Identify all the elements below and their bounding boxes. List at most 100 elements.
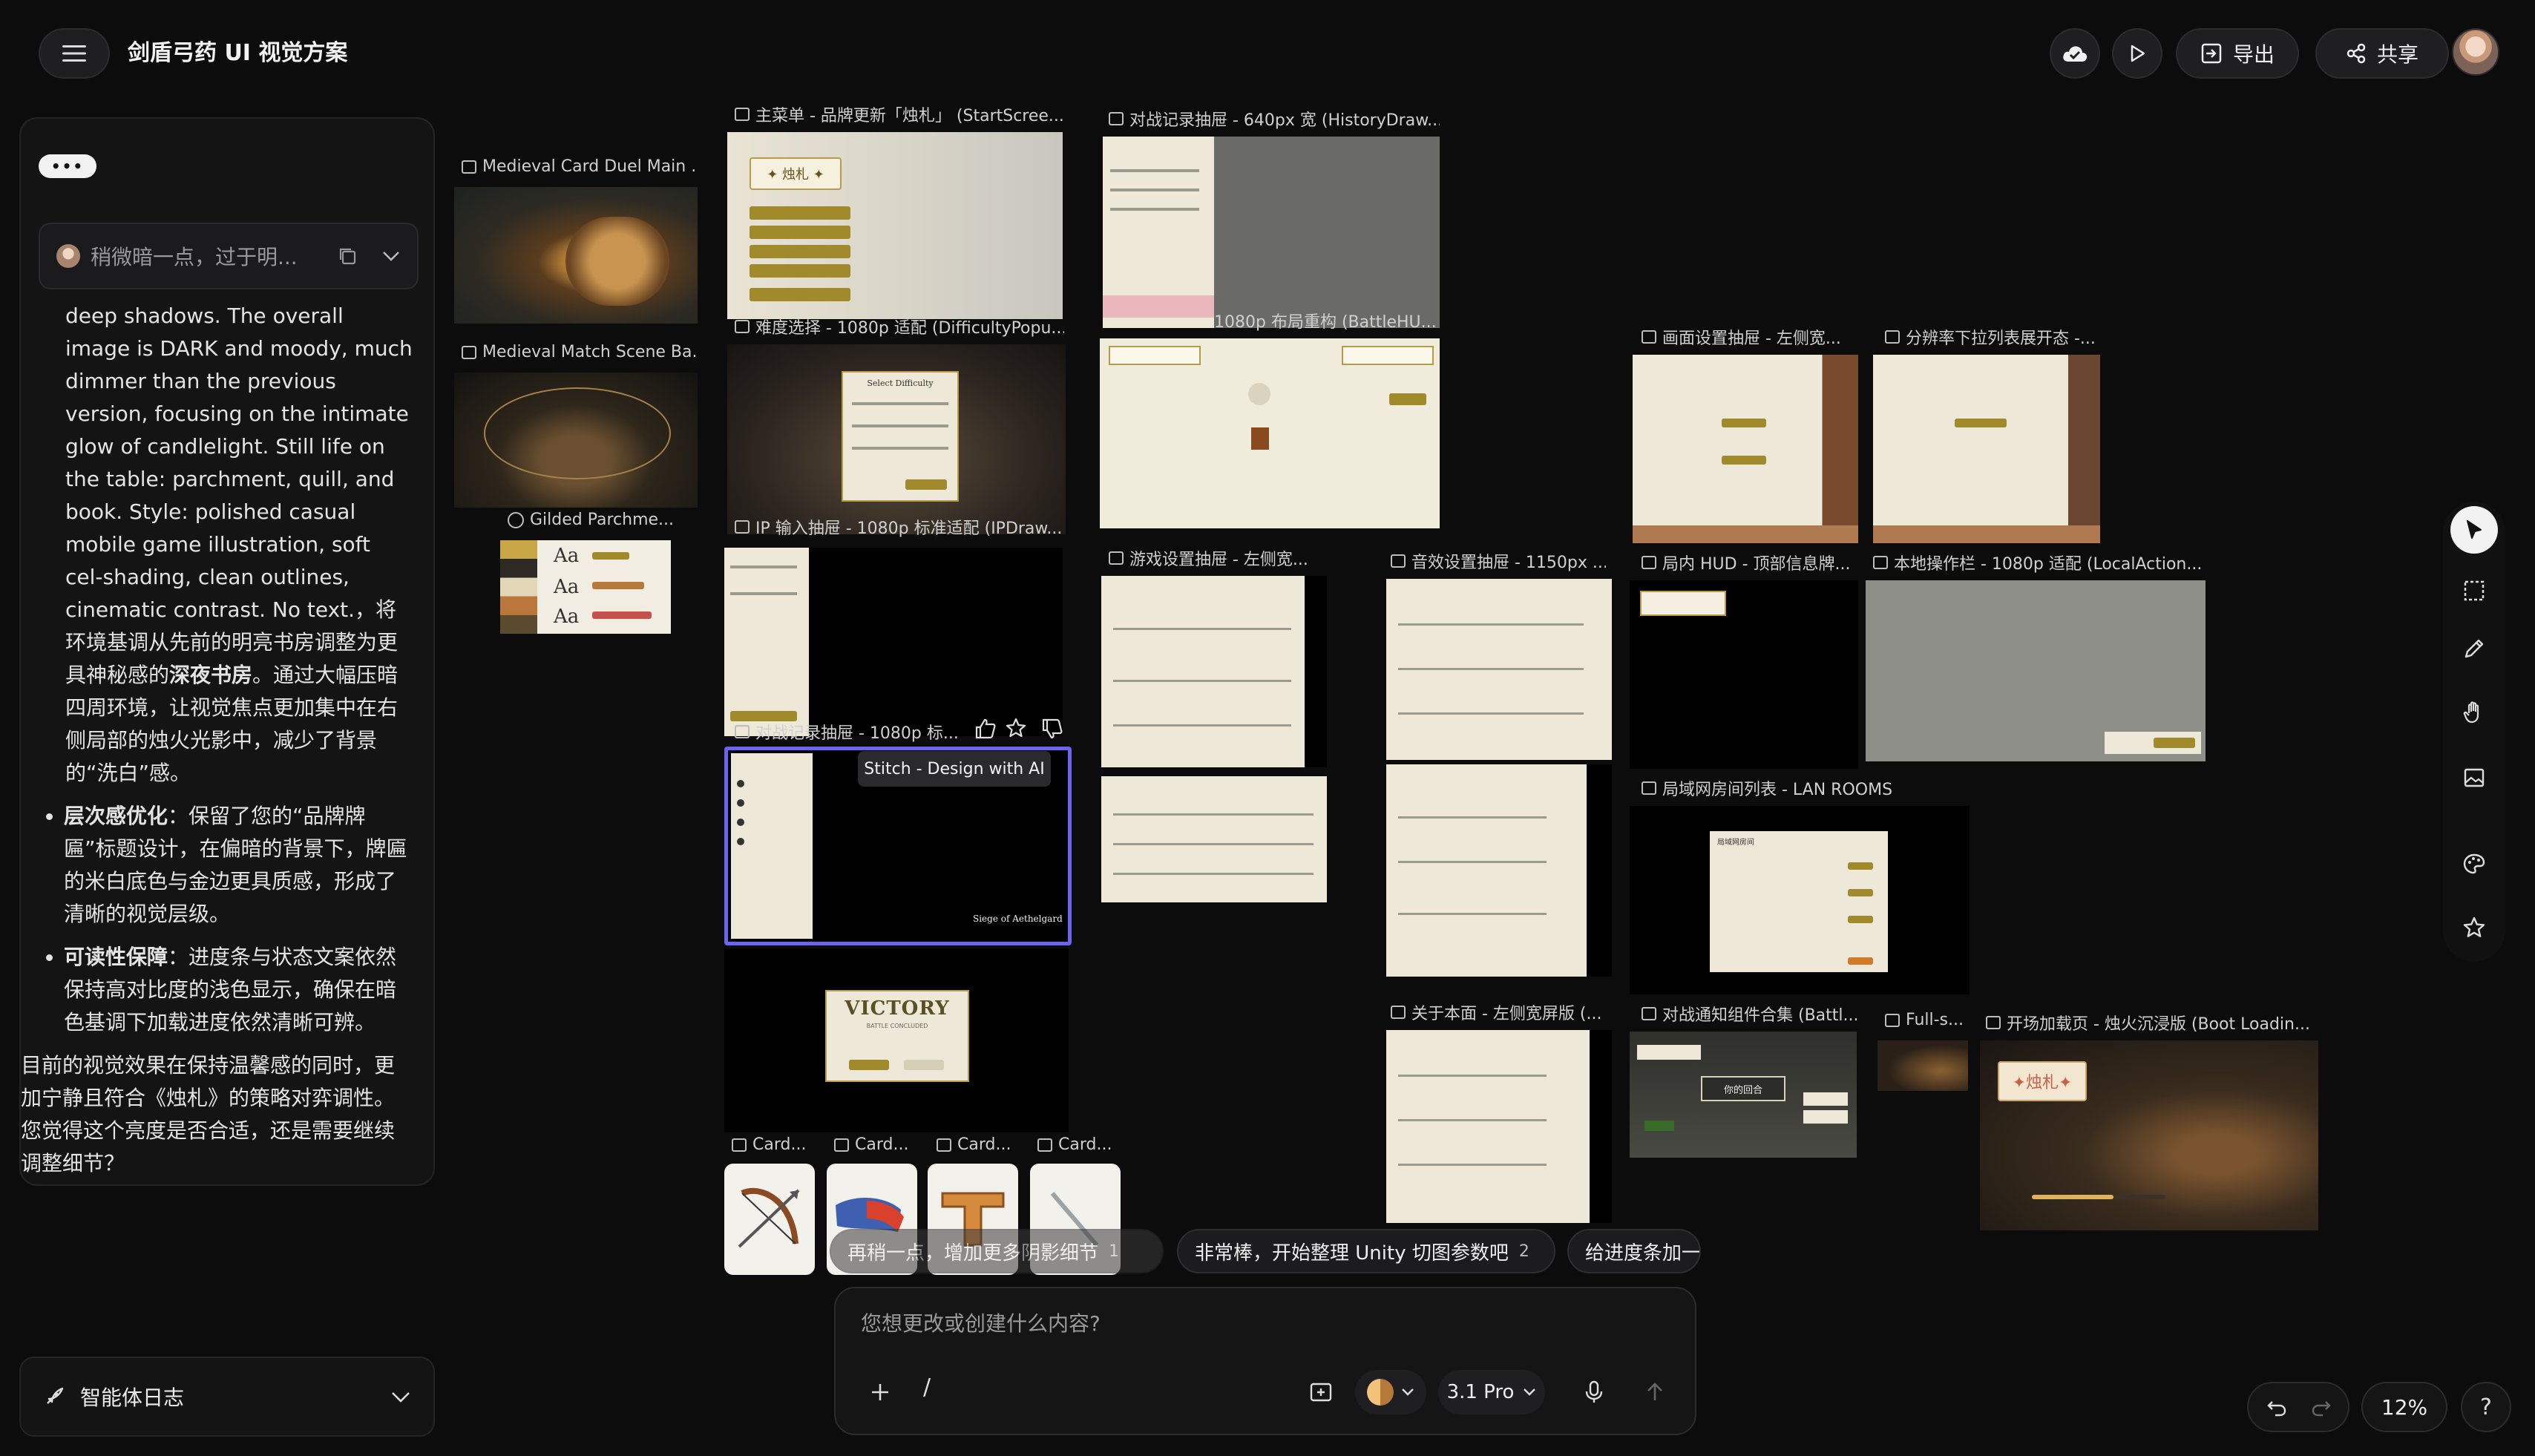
frame-title: Gilded Parchme... bbox=[530, 511, 675, 529]
style-guide-gilded-parchment[interactable]: Aa Aa Aa bbox=[500, 540, 671, 634]
more-options-icon[interactable]: ••• bbox=[39, 154, 96, 178]
frame-label[interactable]: Full-s... bbox=[1885, 1011, 1981, 1029]
star-icon[interactable] bbox=[1005, 717, 1027, 739]
frame-label[interactable]: 1080p 布局重构 (BattleHU... bbox=[1214, 309, 1440, 332]
frame-label[interactable]: 分辨率下拉列表展开态 -... bbox=[1885, 325, 2108, 349]
copy-icon[interactable] bbox=[337, 246, 358, 266]
frame-label[interactable]: 局内 HUD - 顶部信息牌... bbox=[1642, 551, 1857, 574]
frame-game-settings[interactable] bbox=[1101, 576, 1327, 767]
theme-selector[interactable] bbox=[1355, 1370, 1426, 1414]
frame-ip-input[interactable] bbox=[724, 548, 1063, 736]
suggestion-chip[interactable]: 再稍一点，增加更多阴影细节 1 bbox=[830, 1229, 1164, 1273]
image-icon bbox=[462, 345, 476, 359]
frame-audio-settings[interactable] bbox=[1386, 579, 1612, 760]
pan-tool[interactable] bbox=[2450, 689, 2498, 736]
image-medieval-match-scene[interactable] bbox=[454, 373, 698, 508]
frame-label[interactable]: 关于本面 - 左侧宽屏版 (... bbox=[1391, 1000, 1613, 1024]
frame-label[interactable]: 开场加载页 - 烛火沉浸版 (Boot Loadin... bbox=[1986, 1011, 2312, 1034]
frame-audio-settings-2[interactable] bbox=[1386, 764, 1612, 977]
image-tool[interactable] bbox=[2450, 754, 2498, 801]
menu-button-preview bbox=[750, 288, 850, 301]
frame-tool[interactable] bbox=[2450, 567, 2498, 614]
list-item: 层次感优化：保留了您的“品牌牌匾”标题设计，在偏暗的背景下，牌匾的米白底色与金边… bbox=[64, 800, 413, 931]
frame-graphics-settings[interactable] bbox=[1633, 355, 1858, 543]
frame-label[interactable]: Card... bbox=[1037, 1135, 1127, 1154]
frame-label[interactable]: 局域网房间列表 - LAN ROOMS bbox=[1642, 776, 1968, 800]
victory-subtitle: BATTLE CONCLUDED bbox=[866, 1023, 928, 1029]
menu-button[interactable] bbox=[39, 28, 110, 79]
preview-button[interactable] bbox=[2112, 28, 2162, 79]
record-row bbox=[1110, 188, 1199, 191]
frame-label[interactable]: 音效设置抽屉 - 1150px ... bbox=[1391, 549, 1606, 573]
chevron-down-icon[interactable] bbox=[381, 249, 401, 263]
zoom-level[interactable]: 12% bbox=[2361, 1382, 2447, 1432]
user-avatar[interactable] bbox=[2452, 28, 2499, 76]
palette-icon bbox=[2463, 853, 2485, 874]
chevron-down-icon bbox=[392, 1392, 410, 1403]
thumbs-down-icon[interactable] bbox=[1040, 717, 1064, 741]
prompt-input[interactable]: 您想更改或创建什么内容? bbox=[861, 1308, 1662, 1337]
image-icon bbox=[732, 1138, 747, 1152]
frame-battle-notify[interactable]: 你的回合 bbox=[1630, 1032, 1857, 1158]
frame-label[interactable]: 本地操作栏 - 1080p 适配 (LocalAction... bbox=[1873, 551, 2207, 574]
frame-icon bbox=[1642, 556, 1656, 569]
cloud-sync-button[interactable] bbox=[2050, 28, 2100, 79]
toggle-preview bbox=[1722, 419, 1766, 427]
image-medieval-card-duel[interactable] bbox=[454, 187, 698, 324]
room-list-panel: 局域网房间 bbox=[1710, 831, 1888, 972]
select-tool[interactable] bbox=[2450, 506, 2498, 554]
theme-tool[interactable] bbox=[2450, 840, 2498, 888]
message-list: 层次感优化：保留了您的“品牌牌匾”标题设计，在偏暗的背景下，牌匾的米白底色与金边… bbox=[40, 800, 413, 1039]
frame-resolution-dropdown[interactable] bbox=[1873, 355, 2100, 543]
frame-label[interactable]: Card... bbox=[732, 1135, 821, 1154]
suggestion-chip[interactable]: 给进度条加一 bbox=[1567, 1229, 1701, 1273]
suggestion-chip[interactable]: 非常棒，开始整理 Unity 切图参数吧 2 bbox=[1177, 1229, 1555, 1273]
frame-battle-hud[interactable] bbox=[1100, 338, 1440, 528]
frame-label[interactable]: Card... bbox=[834, 1135, 923, 1154]
frame-label[interactable]: 主菜单 - 品牌更新「烛札」 (StartScree... bbox=[735, 102, 1064, 126]
info-row bbox=[1398, 1164, 1547, 1166]
frame-history-drawer[interactable] bbox=[1103, 137, 1440, 328]
frame-label[interactable]: IP 输入抽屉 - 1080p 标准适配 (IPDraw... bbox=[735, 515, 1064, 539]
draw-tool[interactable] bbox=[2450, 625, 2498, 672]
frame-label[interactable]: 对战记录抽屉 - 640px 宽 (HistoryDraw... bbox=[1109, 107, 1440, 131]
share-button[interactable]: 共享 bbox=[2315, 28, 2449, 79]
frame-boot-loading[interactable]: ✦烛札✦ bbox=[1980, 1040, 2318, 1230]
help-button[interactable]: ? bbox=[2461, 1382, 2511, 1432]
frame-label[interactable]: Medieval Match Scene Ba... bbox=[462, 343, 696, 361]
frame-about[interactable] bbox=[1386, 1030, 1612, 1223]
frame-label[interactable]: 对战记录抽屉 - 1080p 标... bbox=[735, 720, 957, 744]
voice-input-button[interactable] bbox=[1572, 1370, 1616, 1414]
frame-label[interactable]: Gilded Parchme... bbox=[508, 511, 701, 529]
collapsed-prompt-card[interactable]: 稍微暗一点，过于明... bbox=[39, 223, 419, 289]
export-label: 导出 bbox=[2232, 42, 2275, 67]
frame-label[interactable]: 难度选择 - 1080p 适配 (DifficultyPopu... bbox=[735, 315, 1064, 338]
frame-label[interactable]: Card... bbox=[937, 1135, 1026, 1154]
favorites-tool[interactable] bbox=[2450, 904, 2498, 951]
frame-difficulty[interactable]: Select Difficulty bbox=[727, 344, 1066, 534]
slash-command-button[interactable]: / bbox=[923, 1374, 931, 1400]
frame-label[interactable]: Medieval Card Duel Main ... bbox=[462, 157, 696, 176]
frame-label[interactable]: 游戏设置抽屉 - 左侧宽... bbox=[1109, 546, 1316, 570]
image-fullscreen[interactable] bbox=[1878, 1040, 1968, 1091]
export-button[interactable]: 导出 bbox=[2176, 28, 2299, 79]
frame-victory[interactable]: VICTORY BATTLE CONCLUDED bbox=[724, 948, 1069, 1132]
frame-lan-rooms[interactable]: 局域网房间 bbox=[1630, 806, 1970, 994]
frame-game-settings-2[interactable] bbox=[1101, 776, 1327, 902]
frame-label[interactable]: 对战通知组件合集 (Battl... bbox=[1642, 1002, 1857, 1026]
card-bow-icon[interactable] bbox=[724, 1164, 815, 1275]
send-button[interactable] bbox=[1633, 1370, 1677, 1414]
agent-log-bar[interactable]: 智能体日志 bbox=[19, 1357, 435, 1437]
frame-label[interactable]: 画面设置抽屉 - 左侧宽... bbox=[1642, 325, 1849, 349]
thumbs-up-icon[interactable] bbox=[974, 717, 997, 741]
frame-main-menu[interactable]: ✦ 烛札 ✦ bbox=[727, 132, 1063, 319]
add-attachment-button[interactable] bbox=[858, 1370, 902, 1414]
frame-local-action-bar[interactable] bbox=[1866, 580, 2206, 761]
undo-button[interactable] bbox=[2256, 1389, 2298, 1425]
frame-hud-top[interactable] bbox=[1630, 580, 1858, 769]
setting-row bbox=[1113, 680, 1291, 682]
design-mode-button[interactable] bbox=[1299, 1370, 1343, 1414]
model-selector[interactable]: 3.1 Pro bbox=[1438, 1370, 1545, 1414]
redo-button[interactable] bbox=[2300, 1389, 2342, 1425]
toggle-preview bbox=[1722, 456, 1766, 465]
